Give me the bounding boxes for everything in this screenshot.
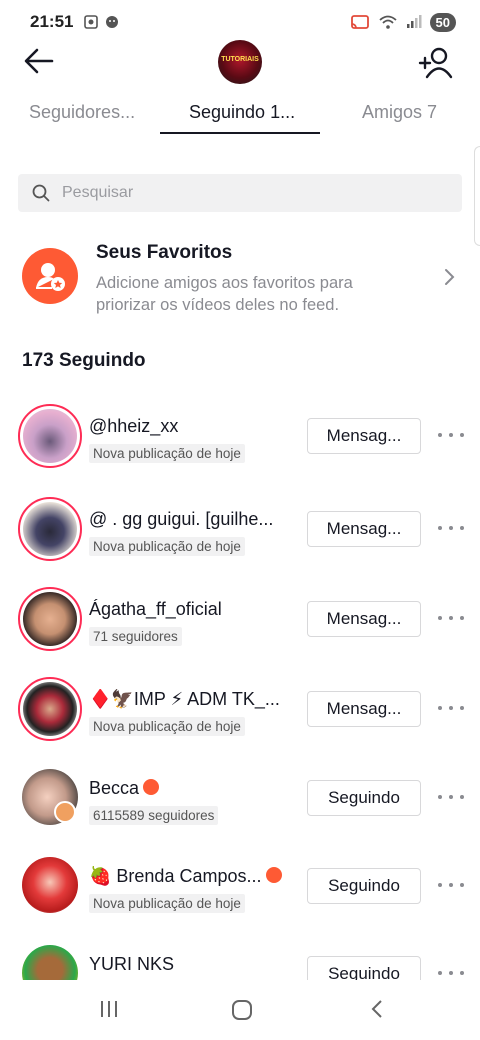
friend-badge-icon xyxy=(54,801,76,823)
message-button[interactable]: Mensag... xyxy=(307,418,421,454)
account-subtitle: 6115589 seguidores xyxy=(89,806,219,825)
more-options-icon[interactable] xyxy=(438,701,464,715)
list-item[interactable]: 🍓 Brenda Campos... Nova publicação de ho… xyxy=(0,842,480,932)
tab-active-indicator xyxy=(160,132,320,134)
account-subtitle: Nova publicação de hoje xyxy=(89,537,245,556)
more-options-icon[interactable] xyxy=(438,790,464,804)
profile-avatar-text: TUTORIAIS xyxy=(221,56,259,63)
battery-indicator: 50 xyxy=(429,12,456,32)
avatar[interactable] xyxy=(18,497,82,561)
account-subtitle: Nova publicação de hoje xyxy=(89,444,245,463)
message-button[interactable]: Mensag... xyxy=(307,691,421,727)
following-button[interactable]: Seguindo xyxy=(307,956,421,980)
avatar[interactable] xyxy=(22,857,78,913)
signal-icon xyxy=(406,15,422,28)
back-button[interactable] xyxy=(22,44,56,78)
recent-apps-icon[interactable] xyxy=(98,998,120,1020)
verified-icon xyxy=(143,779,160,796)
account-name[interactable]: YURI NKS xyxy=(89,954,174,975)
account-name[interactable]: @ . gg guigui. [guilhe... xyxy=(89,509,273,530)
favorites-icon xyxy=(22,248,78,304)
favorites-title: Seus Favoritos xyxy=(96,242,233,263)
account-name[interactable]: @hheiz_xx xyxy=(89,416,178,437)
account-subtitle: Nova publicação de hoje xyxy=(89,717,245,736)
more-options-icon[interactable] xyxy=(438,521,464,535)
account-name[interactable]: Becca xyxy=(89,778,160,799)
search-icon xyxy=(32,184,50,202)
add-user-button[interactable] xyxy=(418,44,454,80)
tab-following[interactable]: Seguindo 1... xyxy=(189,102,295,123)
arrow-left-icon xyxy=(24,48,54,74)
avatar[interactable] xyxy=(22,945,78,980)
more-options-icon[interactable] xyxy=(438,966,464,980)
list-item[interactable]: ♦️🦅IMP ⚡ ADM TK_... Nova publicação de h… xyxy=(0,665,480,755)
account-name[interactable]: Ágatha_ff_oficial xyxy=(89,599,222,620)
following-count: 173 Seguindo xyxy=(22,350,146,371)
status-time: 21:51 xyxy=(30,12,74,31)
account-name[interactable]: ♦️🦅IMP ⚡ ADM TK_... xyxy=(89,689,280,710)
account-subtitle: Nova publicação de hoje xyxy=(89,894,245,913)
message-button[interactable]: Mensag... xyxy=(307,601,421,637)
tab-followers[interactable]: Seguidores... xyxy=(29,102,135,123)
account-name[interactable]: 🍓 Brenda Campos... xyxy=(89,866,282,887)
verified-icon xyxy=(265,867,282,884)
avatar[interactable] xyxy=(18,677,82,741)
home-icon[interactable] xyxy=(230,998,254,1022)
list-item[interactable]: Becca 6115589 seguidores Seguindo xyxy=(0,754,480,844)
following-button[interactable]: Seguindo xyxy=(307,780,421,816)
system-nav-bar xyxy=(0,980,480,1040)
avatar[interactable] xyxy=(18,404,82,468)
more-options-icon[interactable] xyxy=(438,611,464,625)
list-item[interactable]: @ . gg guigui. [guilhe... Nova publicaçã… xyxy=(0,485,480,575)
profile-avatar[interactable]: TUTORIAIS xyxy=(218,40,262,84)
wifi-icon xyxy=(378,15,397,29)
search-bar[interactable] xyxy=(18,174,462,212)
account-subtitle: 71 seguidores xyxy=(89,627,182,646)
list-item[interactable]: Ágatha_ff_oficial 71 seguidores Mensag..… xyxy=(0,575,480,665)
tab-bar: Seguidores... Seguindo 1... Amigos 7 xyxy=(0,96,480,136)
add-user-icon xyxy=(418,47,453,79)
top-header: TUTORIAIS xyxy=(0,36,480,88)
app-notification-icon xyxy=(106,16,119,28)
favorites-description: Adicione amigos aos favoritos para prior… xyxy=(96,274,353,314)
scrollbar[interactable] xyxy=(474,146,480,246)
following-button[interactable]: Seguindo xyxy=(307,868,421,904)
screen-record-icon xyxy=(84,15,99,29)
more-options-icon[interactable] xyxy=(438,428,464,442)
favorites-card[interactable]: Seus Favoritos Adicione amigos aos favor… xyxy=(0,232,480,322)
list-item[interactable]: YURI NKS Seguindo xyxy=(0,930,480,980)
cast-icon xyxy=(350,15,369,29)
avatar[interactable] xyxy=(18,587,82,651)
message-button[interactable]: Mensag... xyxy=(307,511,421,547)
tab-friends[interactable]: Amigos 7 xyxy=(362,102,437,123)
chevron-right-icon xyxy=(445,269,455,285)
more-options-icon[interactable] xyxy=(438,878,464,892)
list-item[interactable]: @hheiz_xx Nova publicação de hoje Mensag… xyxy=(0,392,480,482)
avatar[interactable] xyxy=(22,769,78,825)
back-nav-icon[interactable] xyxy=(368,998,386,1020)
search-input[interactable] xyxy=(62,184,422,202)
